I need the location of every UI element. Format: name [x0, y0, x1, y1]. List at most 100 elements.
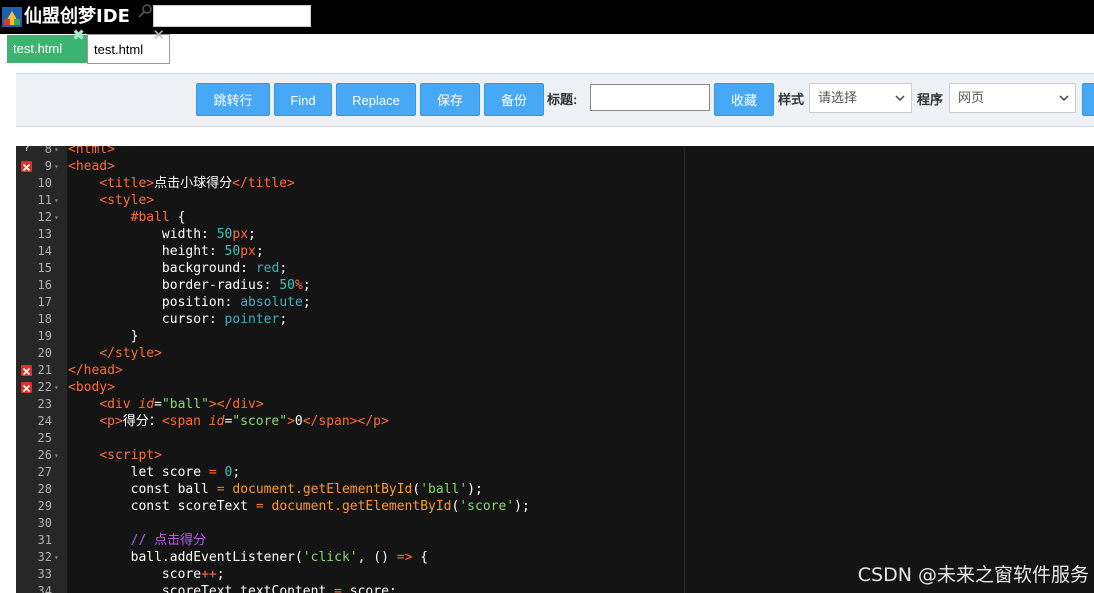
- search-icon[interactable]: [137, 3, 153, 19]
- code-line[interactable]: 15 background: red;: [16, 260, 1094, 277]
- app-logo-icon: [2, 7, 22, 27]
- code-text: let score = 0;: [68, 464, 241, 481]
- code-line[interactable]: 21 </head>: [16, 362, 1094, 379]
- tab-close-icon[interactable]: ✕: [152, 26, 165, 46]
- tab-test-html-active[interactable]: test.html ✖: [7, 27, 87, 63]
- code-text: cursor: pointer;: [68, 311, 287, 328]
- code-token: absolute: [240, 295, 303, 310]
- code-line[interactable]: 16 border-radius: 50%;: [16, 277, 1094, 294]
- code-token: <body>: [68, 380, 115, 395]
- code-token: px: [240, 244, 256, 259]
- code-text: const ball = document.getElementById('ba…: [68, 481, 483, 498]
- code-line[interactable]: 9 ▾ <head>: [16, 158, 1094, 175]
- fold-icon[interactable]: ▾: [54, 158, 59, 175]
- code-token: 0: [294, 414, 303, 429]
- code-line[interactable]: 27 let score = 0;: [16, 464, 1094, 481]
- line-number: 25: [37, 431, 52, 445]
- code-line[interactable]: 17 position: absolute;: [16, 294, 1094, 311]
- code-text: }: [68, 328, 139, 345]
- code-line[interactable]: 26 ▾ <script>: [16, 447, 1094, 464]
- code-line[interactable]: 23 <div id="ball"></div>: [16, 396, 1094, 413]
- style-select[interactable]: 请选择: [809, 83, 912, 113]
- code-token: background:: [68, 261, 256, 276]
- code-line[interactable]: 19 }: [16, 328, 1094, 345]
- top-search-input[interactable]: [153, 5, 311, 27]
- line-number: 15: [37, 261, 52, 275]
- code-token: =: [208, 465, 217, 480]
- code-token: <title>: [99, 176, 155, 191]
- code-line[interactable]: 13 width: 50px;: [16, 226, 1094, 243]
- code-line[interactable]: 31 // 点击得分: [16, 532, 1094, 549]
- code-token: ;: [255, 244, 264, 259]
- fold-icon[interactable]: ▾: [54, 447, 59, 464]
- code-text: scoreText.textContent = score;: [68, 583, 397, 593]
- code-token: </style>: [99, 346, 162, 361]
- code-text: <body>: [68, 379, 115, 396]
- code-token: score: [68, 567, 202, 582]
- code-text: // 点击得分: [68, 532, 206, 549]
- save-button[interactable]: 保存: [420, 83, 480, 116]
- line-number: 34: [37, 584, 52, 593]
- fold-icon[interactable]: ▾: [54, 549, 59, 566]
- code-line[interactable]: 22 ▾ <body>: [16, 379, 1094, 396]
- title-input[interactable]: [590, 84, 710, 111]
- fold-icon[interactable]: ▾: [54, 192, 59, 209]
- code-token: =>: [396, 550, 413, 565]
- code-editor[interactable]: ? 8 ▾ <html> 9 ▾ <head> 10 <title>点击小球得分</title…: [16, 146, 1094, 593]
- code-token: =: [216, 482, 225, 497]
- line-number: 10: [37, 176, 52, 190]
- code-token: <html>: [68, 146, 115, 157]
- program-select[interactable]: 网页: [949, 83, 1076, 113]
- code-token: 得分：: [122, 414, 162, 429]
- code-token: >: [287, 414, 295, 429]
- code-line[interactable]: 30: [16, 515, 1094, 532]
- code-token: const ball: [68, 482, 217, 497]
- code-line[interactable]: 24 <p>得分：<span id="score">0</span></p>: [16, 413, 1094, 430]
- code-token: ;: [302, 295, 311, 310]
- code-line[interactable]: 25: [16, 430, 1094, 447]
- line-number: 29: [37, 499, 52, 513]
- app-title: 仙盟创梦IDE: [24, 6, 130, 27]
- code-line[interactable]: 18 cursor: pointer;: [16, 311, 1094, 328]
- fold-icon[interactable]: ▾: [54, 209, 59, 226]
- favorite-button[interactable]: 收藏: [714, 83, 774, 116]
- code-token: }: [68, 329, 139, 344]
- code-line[interactable]: 20 </style>: [16, 345, 1094, 362]
- goto-line-button[interactable]: 跳转行: [196, 83, 270, 116]
- code-token: {: [169, 210, 186, 225]
- code-token: <p>: [99, 414, 123, 429]
- find-button[interactable]: Find: [274, 83, 332, 116]
- line-number: 18: [37, 312, 52, 326]
- code-line[interactable]: 28 const ball = document.getElementById(…: [16, 481, 1094, 498]
- line-number: 26: [37, 448, 52, 462]
- code-line[interactable]: 11 ▾ <style>: [16, 192, 1094, 209]
- backup-button[interactable]: 备份: [484, 83, 544, 116]
- code-token: cursor:: [68, 312, 225, 327]
- title-label: 标题:: [547, 92, 578, 107]
- code-text: <html>: [68, 146, 115, 158]
- code-line[interactable]: 12 ▾ #ball {: [16, 209, 1094, 226]
- code-token: =: [154, 397, 162, 412]
- fold-icon[interactable]: ▾: [54, 379, 59, 396]
- code-text: <head>: [68, 158, 115, 175]
- code-text: background: red;: [68, 260, 287, 277]
- style-label: 样式: [778, 92, 805, 107]
- tab-test-html[interactable]: test.html ✕: [87, 27, 170, 64]
- line-number: 23: [37, 397, 52, 411]
- code-line[interactable]: 10 <title>点击小球得分</title>: [16, 175, 1094, 192]
- code-line[interactable]: 14 height: 50px;: [16, 243, 1094, 260]
- fold-icon[interactable]: ▾: [54, 146, 59, 158]
- code-text: score++;: [68, 566, 225, 583]
- more-button[interactable]: [1082, 83, 1094, 116]
- replace-button[interactable]: Replace: [336, 83, 416, 116]
- code-line[interactable]: ? 8 ▾ <html>: [16, 146, 1094, 158]
- line-number: 12: [37, 210, 52, 224]
- code-line[interactable]: 29 const scoreText = document.getElement…: [16, 498, 1094, 515]
- watermark-text: CSDN @未来之窗软件服务: [857, 564, 1089, 586]
- tab-close-icon[interactable]: ✖: [72, 26, 85, 46]
